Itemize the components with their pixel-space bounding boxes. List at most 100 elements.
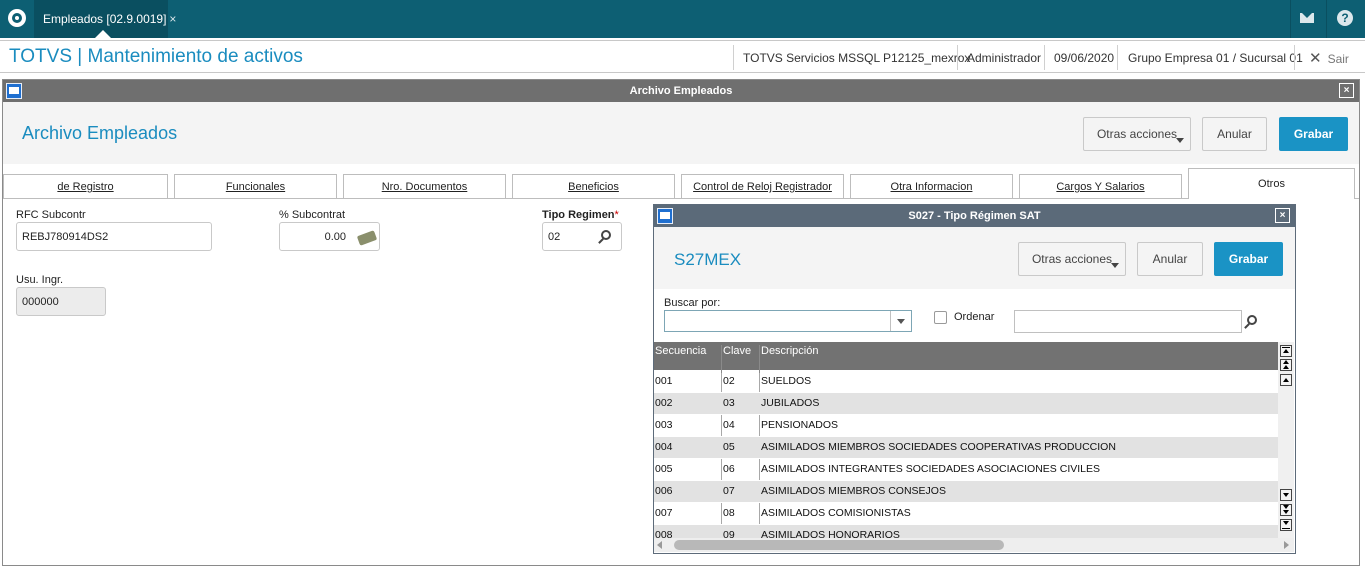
tab-cargos-salarios[interactable]: Cargos Y Salarios: [1019, 174, 1182, 199]
table-row[interactable]: 008 09 ASIMILADOS HONORARIOS: [654, 524, 1278, 538]
usu-field[interactable]: 000000: [16, 287, 106, 316]
column-divider: [759, 345, 760, 373]
cell-clave: 03: [723, 397, 735, 409]
subcontrat-field[interactable]: 0.00: [279, 222, 380, 251]
title-bar: TOTVS | Mantenimiento de activos TOTVS S…: [0, 40, 1365, 73]
dialog-titlebar: S027 - Tipo Régimen SAT ×: [654, 205, 1295, 227]
column-header-secuencia[interactable]: Secuencia: [655, 345, 706, 357]
cell-descripcion: ASIMILADOS COMISIONISTAS: [761, 507, 911, 519]
scroll-down-icon[interactable]: [1280, 489, 1292, 501]
tab-funcionales[interactable]: Funcionales: [174, 174, 337, 199]
search-icon[interactable]: [601, 230, 611, 240]
subcontrat-label: % Subcontrat: [279, 209, 346, 221]
tab-label: Otros: [1258, 178, 1285, 190]
tab-label: Funcionales: [225, 181, 286, 193]
cell-descripcion: PENSIONADOS: [761, 419, 839, 431]
scroll-bottom-icon[interactable]: [1280, 519, 1292, 531]
order-checkbox[interactable]: [934, 311, 947, 324]
cell-descripcion: ASIMILADOS MIEMBROS CONSEJOS: [761, 485, 946, 497]
table-row[interactable]: 001 02 SUELDOS: [654, 370, 1278, 392]
search-by-combo[interactable]: [664, 310, 912, 332]
close-tab-icon[interactable]: ×: [169, 12, 176, 26]
cell-clave: 07: [723, 485, 735, 497]
cell-secuencia: 007: [655, 507, 673, 519]
rfc-field[interactable]: REBJ780914DS2: [16, 222, 212, 251]
cancel-button[interactable]: Anular: [1202, 117, 1267, 151]
search-input[interactable]: [1014, 310, 1242, 333]
tab-label: Nro. Documentos: [381, 181, 468, 193]
dialog-heading: S27MEX: [674, 250, 742, 269]
other-actions-button[interactable]: Otras acciones: [1083, 117, 1191, 151]
window-close-icon[interactable]: ×: [1339, 83, 1354, 98]
divider: [1117, 45, 1118, 70]
tab-otra-informacion[interactable]: Otra Informacion: [850, 174, 1013, 199]
search-icon[interactable]: [1247, 315, 1257, 325]
chevron-down-icon: [1111, 263, 1119, 268]
scroll-page-down-icon[interactable]: [1280, 504, 1292, 516]
tab-otros[interactable]: Otros: [1188, 168, 1355, 199]
cell-secuencia: 003: [655, 419, 673, 431]
scroll-up-icon[interactable]: [1280, 374, 1292, 386]
other-actions-label: Otras acciones: [1031, 252, 1113, 266]
table-row[interactable]: 003 04 PENSIONADOS: [654, 414, 1278, 436]
tab-label: de Registro: [57, 181, 114, 193]
dialog-cancel-button[interactable]: Anular: [1137, 242, 1203, 276]
scroll-top-icon[interactable]: [1280, 345, 1292, 357]
table-row[interactable]: 004 05 ASIMILADOS MIEMBROS SOCIEDADES COOP…: [654, 436, 1278, 458]
dialog-close-icon[interactable]: ×: [1275, 208, 1290, 223]
environment-info: TOTVS Servicios MSSQL P12125_mexrox: [743, 51, 971, 65]
vertical-scrollbar[interactable]: [1278, 342, 1294, 538]
table-row[interactable]: 005 06 ASIMILADOS INTEGRANTES SOCIEDADES A…: [654, 458, 1278, 480]
scroll-right-icon[interactable]: [1284, 541, 1289, 549]
results-grid: 001 02 SUELDOS 002 03 JUBILADOS 003 04 PENSION…: [654, 342, 1278, 538]
tab-beneficios[interactable]: Beneficios: [512, 174, 675, 199]
horizontal-scroll-thumb[interactable]: [674, 540, 1004, 550]
regimen-field[interactable]: 02: [542, 222, 622, 251]
regimen-label-text: Tipo Regimen: [542, 209, 615, 221]
window-header: Archivo Empleados Otras acciones Anular …: [3, 102, 1359, 164]
tab-de-registro[interactable]: de Registro: [3, 174, 168, 199]
save-button[interactable]: Grabar: [1279, 117, 1348, 151]
grid-header: Secuencia Clave Descripción: [654, 342, 1278, 373]
dialog-other-actions-button[interactable]: Otras acciones: [1018, 242, 1126, 276]
cell-clave: 04: [723, 419, 735, 431]
table-row[interactable]: 007 08 ASIMILADOS COMISIONISTAS: [654, 502, 1278, 524]
column-header-clave[interactable]: Clave: [723, 345, 751, 357]
chevron-down-icon: [1176, 138, 1184, 143]
app-title: TOTVS | Mantenimiento de activos: [9, 46, 303, 67]
active-tab-caret: [95, 30, 111, 38]
close-icon: ✕: [1309, 50, 1322, 67]
dialog-title: S027 - Tipo Régimen SAT: [908, 210, 1041, 222]
scroll-left-icon[interactable]: [657, 541, 662, 549]
scroll-page-up-icon[interactable]: [1280, 359, 1292, 371]
money-icon[interactable]: [356, 230, 378, 246]
exit-button[interactable]: ✕ Sair: [1309, 49, 1349, 67]
table-row[interactable]: 006 07 ASIMILADOS MIEMBROS CONSEJOS: [654, 480, 1278, 502]
tab-control-reloj[interactable]: Control de Reloj Registrador: [681, 174, 844, 199]
column-divider: [721, 345, 722, 373]
cell-descripcion: ASIMILADOS HONORARIOS: [761, 529, 900, 538]
dropdown-arrow-icon[interactable]: [890, 311, 911, 331]
regimen-label: Tipo Regimen*: [542, 209, 619, 221]
totvs-logo-icon[interactable]: [8, 9, 26, 27]
cell-secuencia: 006: [655, 485, 673, 497]
tab-nro-documentos[interactable]: Nro. Documentos: [343, 174, 506, 199]
dialog-header: S27MEX Otras acciones Anular Grabar: [654, 227, 1295, 289]
rfc-label: RFC Subcontr: [16, 209, 86, 221]
table-row[interactable]: 002 03 JUBILADOS: [654, 392, 1278, 414]
dialog-save-button[interactable]: Grabar: [1214, 242, 1283, 276]
help-icon[interactable]: ?: [1337, 10, 1353, 26]
usu-label: Usu. Ingr.: [16, 274, 64, 286]
divider: [957, 45, 958, 70]
cell-secuencia: 002: [655, 397, 673, 409]
cell-clave: 05: [723, 441, 735, 453]
order-label: Ordenar: [954, 311, 995, 323]
tab-label: Beneficios: [568, 181, 619, 193]
top-bar: Empleados [02.9.0019] × ?: [0, 0, 1365, 38]
subcontrat-value: 0.00: [324, 231, 346, 243]
cell-clave: 08: [723, 507, 735, 519]
mail-icon[interactable]: [1300, 13, 1314, 23]
column-header-descripcion[interactable]: Descripción: [761, 345, 818, 357]
divider: [1294, 45, 1295, 70]
tab-label: Otra Informacion: [890, 181, 973, 193]
